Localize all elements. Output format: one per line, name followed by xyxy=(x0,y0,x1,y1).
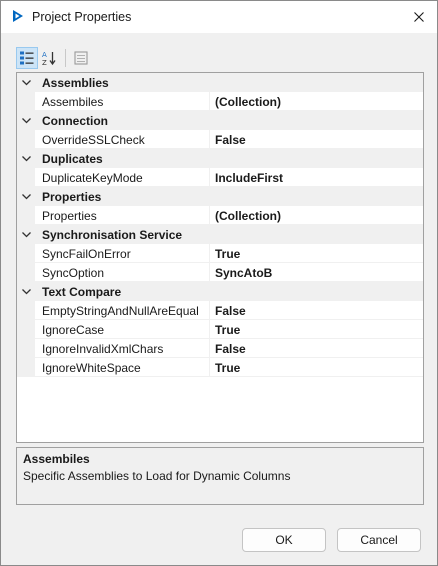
row-gutter xyxy=(17,320,35,339)
column-divider[interactable] xyxy=(209,130,210,149)
svg-text:A: A xyxy=(42,51,47,59)
project-properties-dialog: Project Properties A Z Assemblies Assemb… xyxy=(0,0,438,566)
row-gutter xyxy=(17,130,35,149)
row-gutter xyxy=(17,339,35,358)
property-value[interactable]: False xyxy=(215,133,246,147)
property-row-syncfailonerror[interactable]: SyncFailOnError True xyxy=(17,244,423,263)
property-name: Properties xyxy=(42,209,97,223)
category-row-connection[interactable]: Connection xyxy=(17,111,423,130)
chevron-down-icon[interactable] xyxy=(21,77,32,88)
column-divider[interactable] xyxy=(209,339,210,358)
property-row-ignoreinvalidxmlchars[interactable]: IgnoreInvalidXmlChars False xyxy=(17,339,423,358)
alphabetical-sort-icon: A Z xyxy=(42,51,56,66)
property-row-emptystringandnullareequal[interactable]: EmptyStringAndNullAreEqual False xyxy=(17,301,423,320)
property-row-ignorecase[interactable]: IgnoreCase True xyxy=(17,320,423,339)
ok-button[interactable]: OK xyxy=(242,528,326,552)
row-gutter xyxy=(17,358,35,377)
column-divider[interactable] xyxy=(209,244,210,263)
property-value[interactable]: True xyxy=(215,247,240,261)
svg-text:Z: Z xyxy=(42,59,47,66)
chevron-down-icon[interactable] xyxy=(21,191,32,202)
column-divider[interactable] xyxy=(209,168,210,187)
property-name: IgnoreCase xyxy=(42,323,105,337)
category-label: Assemblies xyxy=(42,76,109,90)
row-gutter xyxy=(17,244,35,263)
chevron-down-icon[interactable] xyxy=(21,115,32,126)
title-bar: Project Properties xyxy=(1,1,437,33)
row-gutter xyxy=(17,92,35,111)
help-description: Specific Assemblies to Load for Dynamic … xyxy=(23,469,291,483)
property-value[interactable]: True xyxy=(215,361,240,375)
row-gutter xyxy=(17,206,35,225)
property-value[interactable]: (Collection) xyxy=(215,95,281,109)
category-row-assemblies[interactable]: Assemblies xyxy=(17,73,423,92)
property-name: EmptyStringAndNullAreEqual xyxy=(42,304,199,318)
column-divider[interactable] xyxy=(209,320,210,339)
help-title: Assembiles xyxy=(23,452,90,466)
alphabetical-sort-button[interactable]: A Z xyxy=(38,47,60,69)
property-name: IgnoreWhiteSpace xyxy=(42,361,141,375)
property-row-duplicatekeymode[interactable]: DuplicateKeyMode IncludeFirst xyxy=(17,168,423,187)
property-value[interactable]: False xyxy=(215,304,246,318)
category-label: Text Compare xyxy=(42,285,122,299)
window-title: Project Properties xyxy=(32,10,132,24)
property-pages-icon xyxy=(74,51,88,65)
property-grid-toolbar: A Z xyxy=(16,47,96,69)
property-grid: Assemblies Assembiles (Collection) Conne… xyxy=(16,72,424,443)
chevron-down-icon[interactable] xyxy=(21,153,32,164)
category-row-synchronisation-service[interactable]: Synchronisation Service xyxy=(17,225,423,244)
property-row-assembiles[interactable]: Assembiles (Collection) xyxy=(17,92,423,111)
property-name: Assembiles xyxy=(42,95,206,109)
column-divider[interactable] xyxy=(209,263,210,282)
property-row-overridesslcheck[interactable]: OverrideSSLCheck False xyxy=(17,130,423,149)
property-value[interactable]: True xyxy=(215,323,240,337)
category-row-duplicates[interactable]: Duplicates xyxy=(17,149,423,168)
property-value[interactable]: SyncAtoB xyxy=(215,266,272,280)
row-gutter xyxy=(17,263,35,282)
row-gutter xyxy=(17,168,35,187)
category-label: Connection xyxy=(42,114,108,128)
property-pages-button[interactable] xyxy=(70,47,92,69)
categorized-view-icon xyxy=(20,51,34,65)
category-label: Synchronisation Service xyxy=(42,228,183,242)
close-button[interactable] xyxy=(407,5,431,29)
property-name: SyncOption xyxy=(42,266,105,280)
property-value[interactable]: (Collection) xyxy=(215,209,281,223)
column-divider[interactable] xyxy=(209,301,210,320)
property-row-syncoption[interactable]: SyncOption SyncAtoB xyxy=(17,263,423,282)
toolbar-separator xyxy=(65,49,66,67)
property-row-properties[interactable]: Properties (Collection) xyxy=(17,206,423,225)
property-name: SyncFailOnError xyxy=(42,247,131,261)
categorized-view-button[interactable] xyxy=(16,47,38,69)
property-name: OverrideSSLCheck xyxy=(42,133,145,147)
help-panel: Assembiles Specific Assemblies to Load f… xyxy=(16,447,424,505)
category-label: Properties xyxy=(42,190,102,204)
category-row-properties[interactable]: Properties xyxy=(17,187,423,206)
column-divider[interactable] xyxy=(209,358,210,377)
property-value[interactable]: IncludeFirst xyxy=(215,171,283,185)
chevron-down-icon[interactable] xyxy=(21,229,32,240)
property-row-ignorewhitespace[interactable]: IgnoreWhiteSpace True xyxy=(17,358,423,377)
category-label: Duplicates xyxy=(42,152,103,166)
property-name: IgnoreInvalidXmlChars xyxy=(42,342,164,356)
chevron-down-icon[interactable] xyxy=(21,286,32,297)
category-row-text-compare[interactable]: Text Compare xyxy=(17,282,423,301)
column-divider[interactable] xyxy=(209,92,210,111)
app-icon xyxy=(11,9,25,23)
row-gutter xyxy=(17,301,35,320)
close-icon xyxy=(414,12,424,22)
cancel-button[interactable]: Cancel xyxy=(337,528,421,552)
property-value[interactable]: False xyxy=(215,342,246,356)
column-divider[interactable] xyxy=(209,206,210,225)
property-name: DuplicateKeyMode xyxy=(42,171,143,185)
